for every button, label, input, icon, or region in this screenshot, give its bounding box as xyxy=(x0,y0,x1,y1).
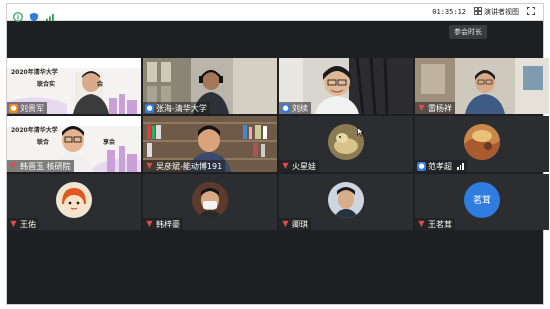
participant-name: 王佑 xyxy=(20,219,36,229)
toolbar-status-icons xyxy=(7,4,55,22)
microphone-muted-icon: ▼ xyxy=(418,103,425,112)
user-icon: ● xyxy=(145,103,154,113)
participant-nametag: ● 刘续 xyxy=(279,102,311,114)
microphone-muted-icon: ▼ xyxy=(282,219,289,228)
top-toolbar: 01:35:12 演讲者视图 xyxy=(7,4,543,22)
participant-nametag: ● 范孝超 xyxy=(415,160,467,172)
participant-nametag: ▼ 雷杨祥 xyxy=(415,102,455,114)
mouse-cursor-icon xyxy=(357,122,365,141)
grid-view-icon xyxy=(474,7,482,17)
participant-nametag: ● 刘贵军 xyxy=(7,102,47,114)
participant-text-avatar: 茗茸 xyxy=(464,181,500,218)
participant-name: 韩梓豪 xyxy=(156,219,180,229)
participant-name: 卿琪 xyxy=(292,219,308,229)
microphone-muted-icon: ▼ xyxy=(282,161,289,170)
participant-nametag: ▼ 卿琪 xyxy=(279,218,311,230)
participant-nametag: ▼ 火星娃 xyxy=(279,160,319,172)
presenter-view-label: 演讲者视图 xyxy=(484,8,519,16)
slide-subtitle-text: 联合 xyxy=(37,139,50,146)
slide-subtitle-tail: 享会 xyxy=(103,139,116,146)
video-tile[interactable]: 2020年清华大学 联合实 会 ● 刘贵军 xyxy=(7,58,141,114)
participant-name: 火星娃 xyxy=(292,161,316,171)
slide-subtitle-text: 联合实 xyxy=(37,81,56,88)
participant-name: 刘续 xyxy=(292,103,308,113)
fullscreen-icon[interactable] xyxy=(527,7,535,17)
microphone-muted-icon: ▼ xyxy=(146,161,153,170)
video-tile[interactable]: ▼ 雷杨祥 xyxy=(415,58,549,114)
video-tile[interactable]: ▼ 卿琪 xyxy=(279,174,413,230)
signal-strength-icon[interactable] xyxy=(45,7,55,21)
video-tile[interactable]: 2020年清华大学 联合 享会 ▼ 韩晋玉 核研院 xyxy=(7,116,141,172)
bottom-bar xyxy=(7,290,543,304)
microphone-muted-icon: ▼ xyxy=(146,219,153,228)
participant-name: 王茗茸 xyxy=(428,219,452,229)
participant-nametag: ▼ 吴彦斌-能动博191 xyxy=(143,160,226,172)
audio-level-icon xyxy=(457,162,464,170)
participant-nametag: ▼ 韩晋玉 核研院 xyxy=(7,160,74,172)
slide-title-text: 2020年清华大学 xyxy=(11,127,58,134)
video-tile[interactable]: ● 范孝超 xyxy=(415,116,549,172)
shield-icon[interactable] xyxy=(29,7,39,22)
participant-avatar xyxy=(192,181,228,218)
participant-name: 吴彦斌-能动博191 xyxy=(156,161,223,171)
meeting-window: 01:35:12 演讲者视图 参会时长 2020年清华大学 联合实 会 ● 刘贵… xyxy=(6,3,549,305)
video-tile[interactable]: ● 张海-清华大学 xyxy=(143,58,277,114)
user-icon: ● xyxy=(417,161,426,171)
slide-title-text: 2020年清华大学 xyxy=(11,69,58,76)
participant-name: 张海-清华大学 xyxy=(156,103,207,113)
participant-avatar xyxy=(56,181,92,218)
video-tile[interactable]: ▼ 韩梓豪 xyxy=(143,174,277,230)
video-grid: 2020年清华大学 联合实 会 ● 刘贵军 ● 张海-清华大学 ● 刘续 ▼ 雷… xyxy=(7,58,549,290)
info-icon[interactable] xyxy=(13,7,23,22)
participant-avatar xyxy=(464,123,500,160)
presenter-view-button[interactable]: 演讲者视图 xyxy=(474,7,519,17)
participant-avatar xyxy=(328,181,364,218)
video-tile[interactable]: ▼ 火星娃 xyxy=(279,116,413,172)
participant-nametag: ▼ 王佑 xyxy=(7,218,39,230)
participant-name: 刘贵军 xyxy=(20,103,44,113)
video-tile[interactable]: ▼ 吴彦斌-能动博191 xyxy=(143,116,277,172)
microphone-muted-icon: ▼ xyxy=(10,161,17,170)
participant-nametag: ▼ 韩梓豪 xyxy=(143,218,183,230)
microphone-muted-icon: ▼ xyxy=(418,219,425,228)
host-user-icon: ● xyxy=(9,103,18,113)
slide-subtitle-tail: 会 xyxy=(97,81,104,88)
participant-name: 范孝超 xyxy=(428,161,452,171)
participant-name: 韩晋玉 核研院 xyxy=(20,161,71,171)
participant-nametag: ▼ 王茗茸 xyxy=(415,218,455,230)
participant-name: 雷杨祥 xyxy=(428,103,452,113)
user-icon: ● xyxy=(281,103,290,113)
meeting-duration-tooltip: 参会时长 xyxy=(449,25,487,39)
video-tile[interactable]: 茗茸 ▼ 王茗茸 xyxy=(415,174,549,230)
meeting-timer: 01:35:12 xyxy=(432,8,466,16)
video-tile[interactable]: ● 刘续 xyxy=(279,58,413,114)
microphone-muted-icon: ▼ xyxy=(10,219,17,228)
video-tile[interactable]: ▼ 王佑 xyxy=(7,174,141,230)
participant-nametag: ● 张海-清华大学 xyxy=(143,102,210,114)
